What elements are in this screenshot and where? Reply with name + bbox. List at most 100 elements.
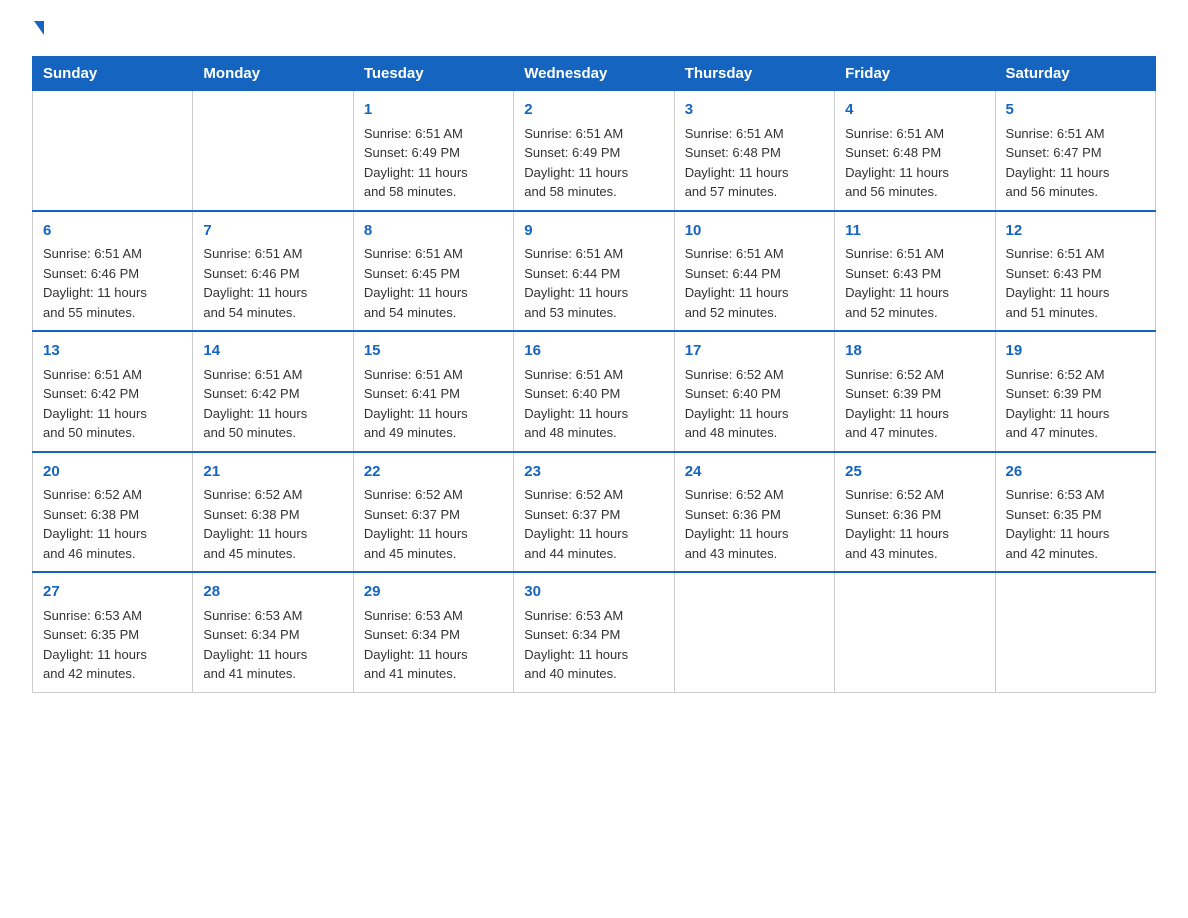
- calendar-cell: 3Sunrise: 6:51 AMSunset: 6:48 PMDaylight…: [674, 91, 834, 211]
- calendar-cell: [835, 572, 995, 692]
- col-header-friday: Friday: [835, 57, 995, 91]
- day-info-text: Sunrise: 6:51 AM: [1006, 244, 1145, 264]
- day-info-text: Sunset: 6:40 PM: [685, 384, 824, 404]
- day-info-text: Sunrise: 6:53 AM: [524, 606, 663, 626]
- day-info-text: Daylight: 11 hours: [845, 404, 984, 424]
- day-number: 18: [845, 340, 984, 363]
- calendar-cell: 25Sunrise: 6:52 AMSunset: 6:36 PMDayligh…: [835, 452, 995, 573]
- day-info-text: Daylight: 11 hours: [203, 645, 342, 665]
- calendar-cell: 1Sunrise: 6:51 AMSunset: 6:49 PMDaylight…: [353, 91, 513, 211]
- day-info-text: Sunset: 6:44 PM: [524, 264, 663, 284]
- day-number: 26: [1006, 461, 1145, 484]
- day-info-text: Sunrise: 6:53 AM: [43, 606, 182, 626]
- day-number: 25: [845, 461, 984, 484]
- day-info-text: Sunset: 6:47 PM: [1006, 143, 1145, 163]
- day-info-text: Sunrise: 6:51 AM: [1006, 124, 1145, 144]
- day-info-text: and 55 minutes.: [43, 303, 182, 323]
- day-info-text: and 56 minutes.: [1006, 182, 1145, 202]
- calendar-cell: 16Sunrise: 6:51 AMSunset: 6:40 PMDayligh…: [514, 331, 674, 452]
- calendar-week-row: 20Sunrise: 6:52 AMSunset: 6:38 PMDayligh…: [33, 452, 1156, 573]
- calendar-cell: 5Sunrise: 6:51 AMSunset: 6:47 PMDaylight…: [995, 91, 1155, 211]
- day-info-text: Sunset: 6:42 PM: [43, 384, 182, 404]
- day-number: 15: [364, 340, 503, 363]
- day-info-text: Sunset: 6:46 PM: [203, 264, 342, 284]
- day-number: 13: [43, 340, 182, 363]
- day-info-text: Sunset: 6:39 PM: [1006, 384, 1145, 404]
- day-number: 10: [685, 220, 824, 243]
- day-info-text: Sunset: 6:36 PM: [685, 505, 824, 525]
- day-info-text: Daylight: 11 hours: [1006, 283, 1145, 303]
- day-info-text: Sunrise: 6:51 AM: [43, 365, 182, 385]
- day-info-text: and 47 minutes.: [845, 423, 984, 443]
- day-info-text: Daylight: 11 hours: [364, 645, 503, 665]
- day-info-text: and 48 minutes.: [685, 423, 824, 443]
- calendar-cell: 30Sunrise: 6:53 AMSunset: 6:34 PMDayligh…: [514, 572, 674, 692]
- day-number: 23: [524, 461, 663, 484]
- day-info-text: Sunrise: 6:51 AM: [524, 365, 663, 385]
- day-info-text: Daylight: 11 hours: [364, 404, 503, 424]
- day-number: 27: [43, 581, 182, 604]
- day-info-text: Sunrise: 6:52 AM: [43, 485, 182, 505]
- day-info-text: Sunset: 6:38 PM: [43, 505, 182, 525]
- calendar-cell: 22Sunrise: 6:52 AMSunset: 6:37 PMDayligh…: [353, 452, 513, 573]
- day-info-text: Sunset: 6:40 PM: [524, 384, 663, 404]
- day-number: 14: [203, 340, 342, 363]
- day-number: 16: [524, 340, 663, 363]
- day-info-text: Sunset: 6:37 PM: [524, 505, 663, 525]
- day-info-text: Daylight: 11 hours: [203, 524, 342, 544]
- day-info-text: Sunrise: 6:51 AM: [524, 124, 663, 144]
- day-number: 20: [43, 461, 182, 484]
- calendar-cell: 10Sunrise: 6:51 AMSunset: 6:44 PMDayligh…: [674, 211, 834, 332]
- day-number: 22: [364, 461, 503, 484]
- calendar-week-row: 1Sunrise: 6:51 AMSunset: 6:49 PMDaylight…: [33, 91, 1156, 211]
- calendar-cell: 17Sunrise: 6:52 AMSunset: 6:40 PMDayligh…: [674, 331, 834, 452]
- day-info-text: Sunrise: 6:52 AM: [203, 485, 342, 505]
- day-info-text: and 41 minutes.: [203, 664, 342, 684]
- calendar-cell: 12Sunrise: 6:51 AMSunset: 6:43 PMDayligh…: [995, 211, 1155, 332]
- day-number: 28: [203, 581, 342, 604]
- day-number: 1: [364, 99, 503, 122]
- calendar-cell: 20Sunrise: 6:52 AMSunset: 6:38 PMDayligh…: [33, 452, 193, 573]
- page-header: [32, 24, 1156, 38]
- day-info-text: Sunrise: 6:51 AM: [845, 244, 984, 264]
- day-info-text: Daylight: 11 hours: [685, 163, 824, 183]
- day-info-text: and 50 minutes.: [43, 423, 182, 443]
- day-info-text: Daylight: 11 hours: [43, 524, 182, 544]
- day-info-text: and 45 minutes.: [203, 544, 342, 564]
- calendar-cell: 19Sunrise: 6:52 AMSunset: 6:39 PMDayligh…: [995, 331, 1155, 452]
- day-info-text: and 49 minutes.: [364, 423, 503, 443]
- day-info-text: and 58 minutes.: [524, 182, 663, 202]
- day-info-text: and 50 minutes.: [203, 423, 342, 443]
- calendar-cell: 18Sunrise: 6:52 AMSunset: 6:39 PMDayligh…: [835, 331, 995, 452]
- day-info-text: Sunrise: 6:52 AM: [845, 365, 984, 385]
- col-header-sunday: Sunday: [33, 57, 193, 91]
- day-info-text: Daylight: 11 hours: [524, 404, 663, 424]
- day-info-text: and 43 minutes.: [685, 544, 824, 564]
- day-info-text: Daylight: 11 hours: [203, 404, 342, 424]
- calendar-cell: 7Sunrise: 6:51 AMSunset: 6:46 PMDaylight…: [193, 211, 353, 332]
- calendar-header-row: Sunday Monday Tuesday Wednesday Thursday…: [33, 57, 1156, 91]
- day-info-text: Sunrise: 6:51 AM: [685, 244, 824, 264]
- calendar-cell: 8Sunrise: 6:51 AMSunset: 6:45 PMDaylight…: [353, 211, 513, 332]
- calendar-cell: 2Sunrise: 6:51 AMSunset: 6:49 PMDaylight…: [514, 91, 674, 211]
- day-info-text: and 40 minutes.: [524, 664, 663, 684]
- day-info-text: Sunrise: 6:51 AM: [203, 365, 342, 385]
- calendar-cell: 21Sunrise: 6:52 AMSunset: 6:38 PMDayligh…: [193, 452, 353, 573]
- calendar-cell: 15Sunrise: 6:51 AMSunset: 6:41 PMDayligh…: [353, 331, 513, 452]
- day-number: 9: [524, 220, 663, 243]
- calendar-cell: [995, 572, 1155, 692]
- day-info-text: Sunset: 6:48 PM: [845, 143, 984, 163]
- day-info-text: Daylight: 11 hours: [845, 283, 984, 303]
- calendar-cell: [193, 91, 353, 211]
- day-info-text: Sunset: 6:35 PM: [43, 625, 182, 645]
- day-info-text: Daylight: 11 hours: [524, 524, 663, 544]
- day-info-text: and 48 minutes.: [524, 423, 663, 443]
- col-header-wednesday: Wednesday: [514, 57, 674, 91]
- day-info-text: Daylight: 11 hours: [845, 524, 984, 544]
- day-number: 8: [364, 220, 503, 243]
- calendar-cell: 4Sunrise: 6:51 AMSunset: 6:48 PMDaylight…: [835, 91, 995, 211]
- day-info-text: Sunrise: 6:52 AM: [524, 485, 663, 505]
- day-info-text: Daylight: 11 hours: [364, 524, 503, 544]
- day-info-text: Daylight: 11 hours: [524, 645, 663, 665]
- calendar-table: Sunday Monday Tuesday Wednesday Thursday…: [32, 56, 1156, 693]
